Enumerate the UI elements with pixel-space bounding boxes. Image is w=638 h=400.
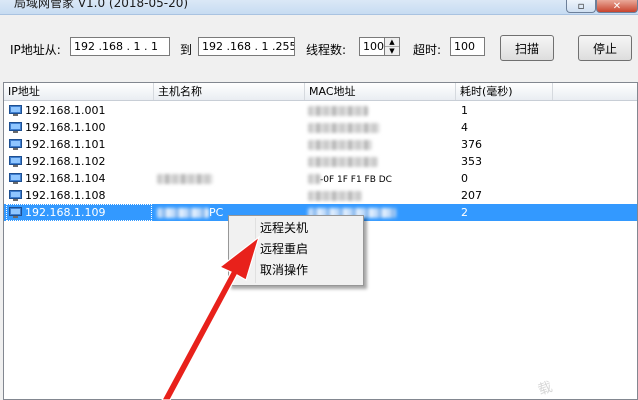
annotation-arrow-icon — [161, 235, 261, 400]
